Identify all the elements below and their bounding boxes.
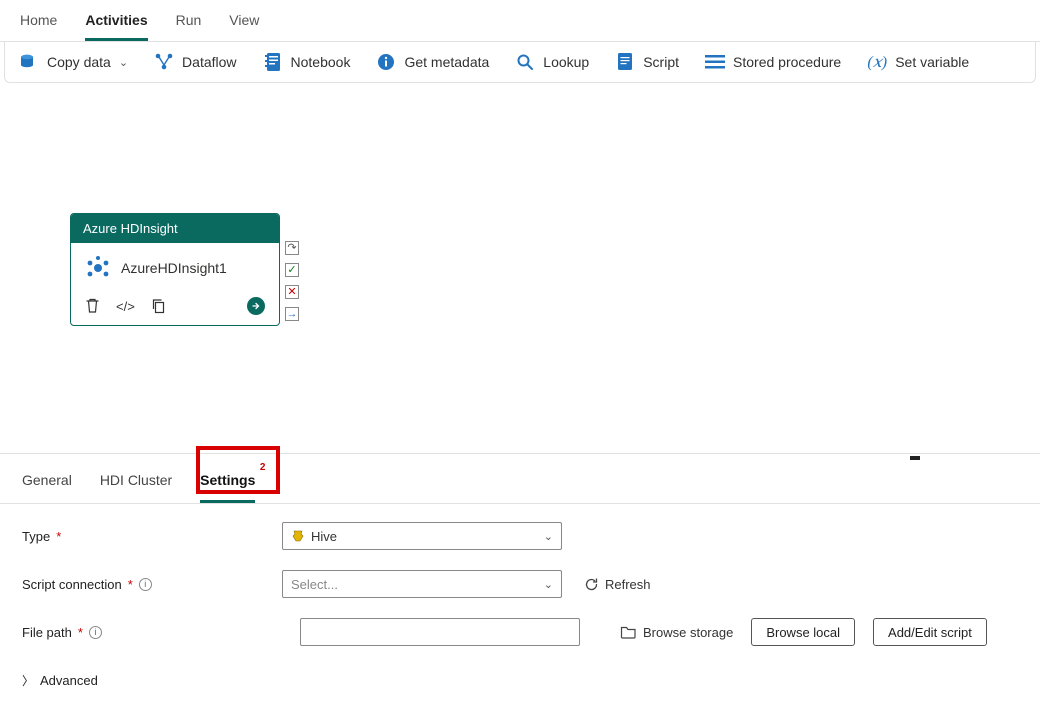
- script-connection-label: Script connection * i: [22, 577, 282, 592]
- add-edit-script-button[interactable]: Add/Edit script: [873, 618, 987, 646]
- folder-icon: [620, 625, 637, 639]
- tool-copy-data-label: Copy data: [47, 54, 111, 70]
- menu-activities[interactable]: Activities: [85, 8, 147, 41]
- required-asterisk: *: [78, 625, 83, 640]
- properties-tabs: General HDI Cluster Settings 2: [0, 453, 1040, 504]
- hive-icon: [291, 529, 305, 543]
- tool-lookup-label: Lookup: [543, 54, 589, 70]
- database-copy-icon: [19, 52, 39, 72]
- tool-dataflow[interactable]: Dataflow: [154, 52, 236, 72]
- activity-output-handles: ↷ ✓ ✕ →: [284, 241, 300, 321]
- tool-notebook[interactable]: Notebook: [263, 52, 351, 72]
- tool-lookup[interactable]: Lookup: [515, 52, 589, 72]
- tab-settings[interactable]: Settings 2: [200, 466, 255, 503]
- type-select[interactable]: Hive ⌄: [282, 522, 562, 550]
- settings-form: Type * Hive ⌄ Script connection * i Sele…: [0, 504, 1040, 707]
- tool-dataflow-label: Dataflow: [182, 54, 236, 70]
- tool-set-variable[interactable]: (𝑥) Set variable: [867, 52, 969, 72]
- menu-view[interactable]: View: [229, 8, 259, 41]
- required-asterisk: *: [56, 529, 61, 544]
- chevron-right-icon: 〉: [22, 672, 34, 689]
- hdinsight-cluster-icon: [85, 255, 111, 281]
- chevron-down-icon: ⌄: [544, 530, 553, 543]
- file-path-label-text: File path: [22, 625, 72, 640]
- top-menu: Home Activities Run View: [0, 0, 1040, 42]
- required-asterisk: *: [128, 577, 133, 592]
- tab-settings-label: Settings: [200, 472, 255, 488]
- browse-local-button[interactable]: Browse local: [751, 618, 855, 646]
- script-connection-placeholder: Select...: [291, 577, 338, 592]
- list-icon: [705, 52, 725, 72]
- tool-notebook-label: Notebook: [291, 54, 351, 70]
- tool-stored-procedure-label: Stored procedure: [733, 54, 841, 70]
- tab-general[interactable]: General: [22, 466, 72, 503]
- type-label: Type *: [22, 529, 282, 544]
- completion-output-handle[interactable]: →: [285, 307, 299, 321]
- info-circle-icon: [376, 52, 396, 72]
- activities-toolbar: Copy data ⌄ Dataflow Notebook Get metada…: [4, 42, 1036, 83]
- refresh-icon: [584, 577, 599, 592]
- activity-card[interactable]: Azure HDInsight AzureHDInsight1 </>: [70, 213, 280, 326]
- search-icon: [515, 52, 535, 72]
- pipeline-canvas[interactable]: Azure HDInsight AzureHDInsight1 </> ↷ ✓: [0, 83, 1040, 453]
- chevron-down-icon: ⌄: [119, 56, 128, 69]
- code-icon[interactable]: </>: [116, 299, 135, 314]
- tab-hdi-cluster[interactable]: HDI Cluster: [100, 466, 172, 503]
- script-connection-label-text: Script connection: [22, 577, 122, 592]
- tool-get-metadata[interactable]: Get metadata: [376, 52, 489, 72]
- tool-script[interactable]: Script: [615, 52, 679, 72]
- script-connection-select[interactable]: Select... ⌄: [282, 570, 562, 598]
- dataflow-icon: [154, 52, 174, 72]
- tool-get-metadata-label: Get metadata: [404, 54, 489, 70]
- refresh-label: Refresh: [605, 577, 651, 592]
- delete-icon[interactable]: [85, 298, 100, 314]
- fail-output-handle[interactable]: ✕: [285, 285, 299, 299]
- activity-name: AzureHDInsight1: [121, 260, 227, 276]
- success-output-handle[interactable]: ✓: [285, 263, 299, 277]
- run-arrow-icon[interactable]: [247, 297, 265, 315]
- tool-set-variable-label: Set variable: [895, 54, 969, 70]
- menu-home[interactable]: Home: [20, 8, 57, 41]
- variable-icon: (𝑥): [867, 52, 887, 72]
- copy-icon[interactable]: [151, 298, 166, 314]
- tool-copy-data[interactable]: Copy data ⌄: [19, 52, 128, 72]
- notebook-icon: [263, 52, 283, 72]
- refresh-link[interactable]: Refresh: [584, 577, 651, 592]
- tool-stored-procedure[interactable]: Stored procedure: [705, 52, 841, 72]
- skip-output-handle[interactable]: ↷: [285, 241, 299, 255]
- info-icon[interactable]: i: [89, 626, 102, 639]
- activity-type-header: Azure HDInsight: [71, 214, 279, 243]
- settings-error-count: 2: [260, 462, 266, 473]
- type-label-text: Type: [22, 529, 50, 544]
- browse-storage-label: Browse storage: [643, 625, 733, 640]
- browse-storage-link[interactable]: Browse storage: [620, 625, 733, 640]
- menu-run[interactable]: Run: [176, 8, 202, 41]
- advanced-toggle[interactable]: 〉 Advanced: [22, 666, 1018, 689]
- advanced-label: Advanced: [40, 673, 98, 688]
- tool-script-label: Script: [643, 54, 679, 70]
- script-icon: [615, 52, 635, 72]
- file-path-label: File path * i: [22, 625, 282, 640]
- file-path-input[interactable]: [300, 618, 580, 646]
- type-value: Hive: [311, 529, 337, 544]
- chevron-down-icon: ⌄: [544, 578, 553, 591]
- info-icon[interactable]: i: [139, 578, 152, 591]
